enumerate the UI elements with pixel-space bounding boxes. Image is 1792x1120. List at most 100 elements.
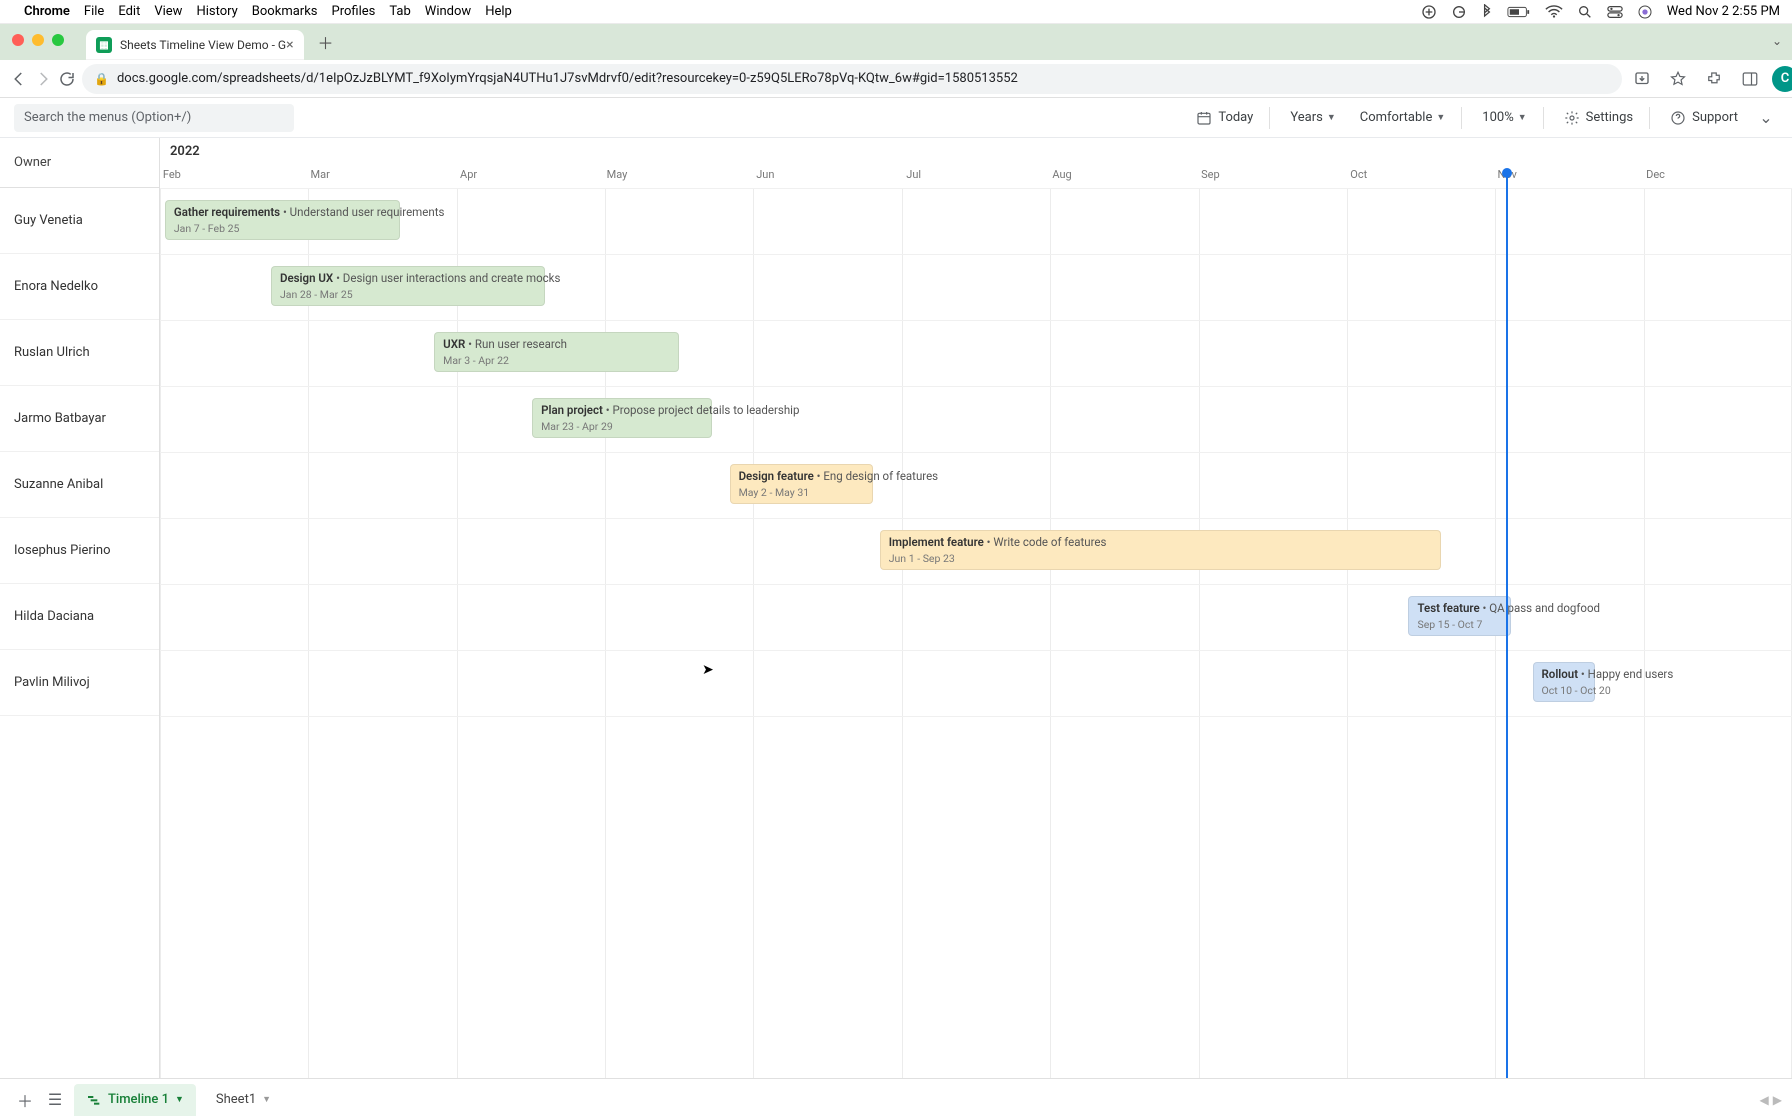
timeline-task[interactable]: UXR • Run user researchMar 3 - Apr 22 — [434, 332, 679, 372]
spotlight-icon[interactable] — [1577, 4, 1593, 20]
scroll-sheets-right-icon[interactable]: ▶ — [1773, 1093, 1782, 1107]
gridline — [1347, 188, 1348, 1078]
sheet-tab-timeline[interactable]: Timeline 1 ▼ — [74, 1084, 196, 1116]
google-menulet-icon[interactable] — [1451, 4, 1467, 20]
bookmark-star-icon[interactable] — [1664, 65, 1692, 93]
menu-file[interactable]: File — [84, 4, 104, 19]
timeline-task[interactable]: Plan project • Propose project details t… — [532, 398, 712, 438]
task-desc: • Write code of features — [984, 535, 1107, 549]
menu-history[interactable]: History — [196, 4, 237, 19]
month-label: Jul — [906, 168, 921, 181]
expand-toolbar-icon[interactable]: ⌄ — [1754, 106, 1778, 130]
search-menus-input[interactable]: Search the menus (Option+/) — [14, 104, 294, 132]
task-dates: Jun 1 - Sep 23 — [889, 552, 1432, 566]
timeline-task[interactable]: Test feature • QA pass and dogfoodSep 15… — [1408, 596, 1511, 636]
menu-tab[interactable]: Tab — [389, 4, 410, 19]
owner-row: Guy Venetia — [0, 188, 159, 254]
menubar-clock[interactable]: Wed Nov 2 2:55 PM — [1667, 4, 1780, 19]
wifi-icon[interactable] — [1545, 5, 1563, 19]
googledrive-menulet-icon[interactable] — [1421, 4, 1437, 20]
row-divider — [160, 188, 1792, 189]
task-title: Test feature — [1417, 601, 1479, 615]
row-divider — [160, 320, 1792, 321]
month-label: Dec — [1646, 168, 1665, 181]
app-name[interactable]: Chrome — [24, 4, 70, 19]
toolbar-divider — [1543, 107, 1544, 129]
side-panel-icon[interactable] — [1736, 65, 1764, 93]
owner-row: Iosephus Pierino — [0, 518, 159, 584]
timeline-view: Owner Guy VenetiaEnora NedelkoRuslan Ulr… — [0, 138, 1792, 1078]
minimize-window-button[interactable] — [32, 34, 44, 46]
timeline-task[interactable]: Gather requirements • Understand user re… — [165, 200, 400, 240]
sheets-favicon-icon: ▦ — [96, 37, 112, 53]
menu-help[interactable]: Help — [485, 4, 512, 19]
sheet-tab-bar: ＋ ☰ Timeline 1 ▼ Sheet1 ▼ ◀ ▶ — [0, 1078, 1792, 1120]
menu-edit[interactable]: Edit — [118, 4, 140, 19]
month-label: Mar — [311, 168, 330, 181]
gear-icon — [1564, 110, 1580, 126]
add-sheet-button[interactable]: ＋ — [10, 1085, 40, 1115]
menu-profiles[interactable]: Profiles — [332, 4, 376, 19]
menu-window[interactable]: Window — [425, 4, 471, 19]
back-button[interactable] — [10, 65, 28, 93]
close-window-button[interactable] — [12, 34, 24, 46]
row-divider — [160, 716, 1792, 717]
row-divider — [160, 650, 1792, 651]
forward-button[interactable] — [34, 65, 52, 93]
bluetooth-icon[interactable] — [1481, 4, 1493, 20]
owner-column: Owner Guy VenetiaEnora NedelkoRuslan Ulr… — [0, 138, 160, 1078]
gridline — [753, 188, 754, 1078]
timeline-task[interactable]: Design UX • Design user interactions and… — [271, 266, 545, 306]
chevron-down-icon[interactable]: ▼ — [262, 1094, 271, 1105]
control-center-icon[interactable] — [1607, 5, 1623, 19]
timeline-task[interactable]: Design feature • Eng design of featuresM… — [730, 464, 874, 504]
timeline-grid[interactable]: 2022 FebMarAprMayJunJulAugSepOctNovDec G… — [160, 138, 1792, 1078]
sheet-tab-sheet1[interactable]: Sheet1 ▼ — [204, 1084, 283, 1116]
task-dates: Jan 28 - Mar 25 — [280, 288, 536, 302]
expand-tabs-icon[interactable]: ⌄ — [1772, 34, 1782, 48]
zoom-dropdown[interactable]: 100%▼ — [1472, 103, 1536, 133]
new-tab-button[interactable]: ＋ — [314, 30, 338, 54]
timeline-task[interactable]: Implement feature • Write code of featur… — [880, 530, 1441, 570]
month-label: Oct — [1350, 168, 1367, 181]
settings-button[interactable]: Settings — [1554, 103, 1643, 133]
battery-icon[interactable] — [1507, 6, 1531, 18]
chevron-down-icon[interactable]: ▼ — [175, 1094, 184, 1105]
browser-tabstrip: ▦ Sheets Timeline View Demo - G × ＋ ⌄ — [0, 24, 1792, 60]
today-button[interactable]: Today — [1186, 103, 1263, 133]
task-dates: Sep 15 - Oct 7 — [1417, 618, 1502, 632]
timeline-task[interactable]: Rollout • Happy end usersOct 10 - Oct 20 — [1533, 662, 1595, 702]
today-indicator-icon — [1502, 168, 1512, 178]
menu-view[interactable]: View — [154, 4, 182, 19]
support-button[interactable]: Support — [1660, 103, 1748, 133]
close-tab-icon[interactable]: × — [286, 37, 293, 53]
task-title: Rollout — [1542, 667, 1579, 681]
owner-row: Pavlin Milivoj — [0, 650, 159, 716]
address-bar[interactable]: 🔒 docs.google.com/spreadsheets/d/1eIpOzJ… — [82, 64, 1622, 94]
task-desc: • Eng design of features — [814, 469, 938, 483]
task-dates: Jan 7 - Feb 25 — [174, 222, 391, 236]
lock-icon[interactable]: 🔒 — [94, 72, 109, 86]
toolbar-divider — [1461, 107, 1462, 129]
gridline — [605, 188, 606, 1078]
density-dropdown[interactable]: Comfortable▼ — [1350, 103, 1456, 133]
browser-tab[interactable]: ▦ Sheets Timeline View Demo - G × — [86, 30, 304, 60]
grouping-header: Owner — [0, 138, 159, 188]
extensions-icon[interactable] — [1700, 65, 1728, 93]
task-desc: • Understand user requirements — [280, 205, 444, 219]
month-label: Jun — [756, 168, 774, 181]
chevron-down-icon: ▼ — [1518, 112, 1527, 123]
siri-icon[interactable] — [1637, 4, 1653, 20]
reload-button[interactable] — [58, 65, 76, 93]
scroll-sheets-left-icon[interactable]: ◀ — [1760, 1093, 1769, 1107]
install-app-icon[interactable] — [1628, 65, 1656, 93]
month-label: Sep — [1201, 168, 1220, 181]
profile-avatar[interactable]: C — [1772, 66, 1792, 92]
fullscreen-window-button[interactable] — [52, 34, 64, 46]
timescale-dropdown[interactable]: Years▼ — [1280, 103, 1345, 133]
task-dates: Mar 3 - Apr 22 — [443, 354, 670, 368]
menu-bookmarks[interactable]: Bookmarks — [252, 4, 318, 19]
all-sheets-button[interactable]: ☰ — [40, 1085, 70, 1115]
url-text: docs.google.com/spreadsheets/d/1eIpOzJzB… — [117, 71, 1018, 86]
task-desc: • Happy end users — [1578, 667, 1673, 681]
